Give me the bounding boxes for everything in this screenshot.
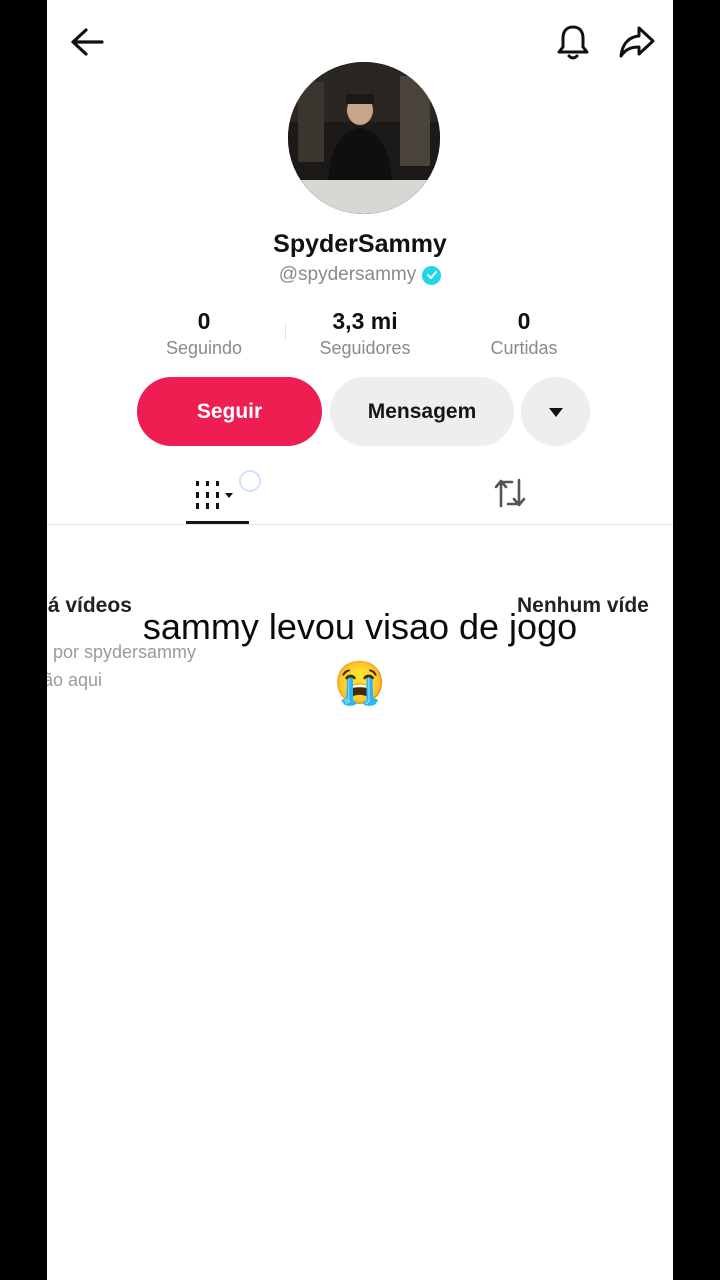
tabs-divider (47, 524, 673, 525)
stat-followers[interactable]: 3,3 mi Seguidores (290, 308, 440, 359)
verified-check-icon (422, 265, 442, 285)
video-caption-overlay: sammy levou visao de jogo (142, 606, 578, 647)
following-label: Seguindo (165, 338, 243, 358)
stat-likes: 0 Curtidas (449, 308, 599, 359)
bell-icon[interactable] (551, 20, 595, 64)
follow-button[interactable]: Seguir (137, 377, 322, 446)
grid-icon (196, 481, 233, 509)
more-options-button[interactable] (521, 377, 590, 446)
likes-count: 0 (517, 308, 531, 334)
handle-row: @spydersammy (47, 264, 673, 286)
crying-emoji: 😭 (333, 659, 387, 706)
message-button[interactable]: Mensagem (330, 377, 514, 446)
stat-following[interactable]: 0 Seguindo (129, 308, 279, 359)
followers-label: Seguidores (319, 338, 411, 358)
following-count: 0 (197, 308, 211, 334)
arrow-left-icon[interactable] (65, 20, 109, 64)
avatar[interactable] (288, 62, 440, 214)
share-arrow-icon[interactable] (615, 20, 659, 64)
tab-reposts[interactable] (485, 468, 535, 518)
caret-down-icon (548, 407, 563, 417)
profile-screen: SpyderSammy @spydersammy 0 Seguindo 3,3 … (47, 0, 673, 1280)
display-name: SpyderSammy (273, 230, 447, 258)
followers-count: 3,3 mi (332, 308, 398, 334)
repost-icon (494, 478, 526, 508)
handle: @spydersammy (278, 264, 417, 285)
likes-label: Curtidas (490, 338, 558, 358)
stat-divider (285, 322, 286, 340)
loading-spinner-icon (239, 470, 261, 492)
